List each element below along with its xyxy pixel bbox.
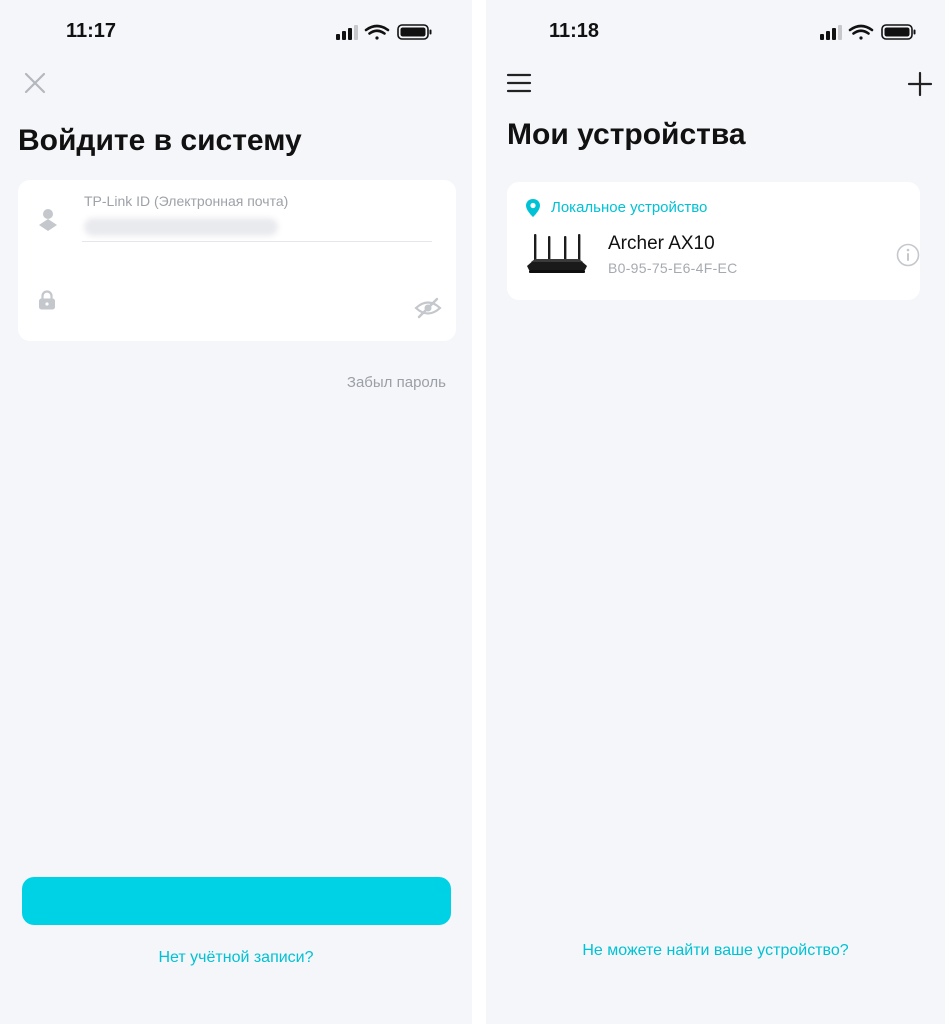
cant-find-device-link[interactable]: Не можете найти ваше устройство? (486, 942, 945, 960)
email-field[interactable] (82, 212, 432, 242)
status-time: 11:17 (66, 20, 117, 42)
wifi-icon (848, 24, 874, 40)
location-pin-icon (526, 199, 540, 217)
user-icon (39, 209, 57, 231)
cellular-signal-icon (336, 25, 358, 40)
password-field[interactable] (82, 290, 402, 320)
email-label: TP-Link ID (Электронная почта) (84, 193, 289, 209)
battery-icon (397, 24, 432, 40)
menu-icon[interactable] (506, 72, 532, 94)
no-account-link[interactable]: Нет учётной записи? (0, 949, 472, 967)
wifi-icon (364, 24, 390, 40)
status-icons (820, 24, 916, 40)
plus-icon[interactable] (906, 70, 934, 98)
login-screen: 11:17 Войдите в систему TP-Link ID (Элек… (0, 0, 472, 1024)
section-label: Локальное устройство (551, 199, 708, 216)
lock-icon (39, 290, 55, 310)
status-icons (336, 24, 432, 40)
device-name: Archer AX10 (608, 233, 715, 254)
cellular-signal-icon (820, 25, 842, 40)
login-form: TP-Link ID (Электронная почта) (18, 180, 456, 341)
page-title: Мои устройства (507, 118, 746, 151)
login-button[interactable] (22, 877, 451, 925)
info-icon[interactable] (896, 243, 920, 267)
battery-icon (881, 24, 916, 40)
eye-off-icon[interactable] (414, 296, 442, 320)
status-time: 11:18 (549, 20, 600, 42)
device-mac: B0-95-75-E6-4F-EC (608, 260, 738, 276)
close-icon[interactable] (22, 70, 48, 96)
devices-screen: 11:18 Мои устройства Локальное устройств… (486, 0, 945, 1024)
router-image (527, 234, 587, 273)
device-card-archer-ax10[interactable]: Локальное устройство Archer AX10 B0-95-7… (507, 182, 920, 300)
forgot-password-link[interactable]: Забыл пароль (347, 374, 446, 391)
page-title: Войдите в систему (18, 124, 302, 157)
